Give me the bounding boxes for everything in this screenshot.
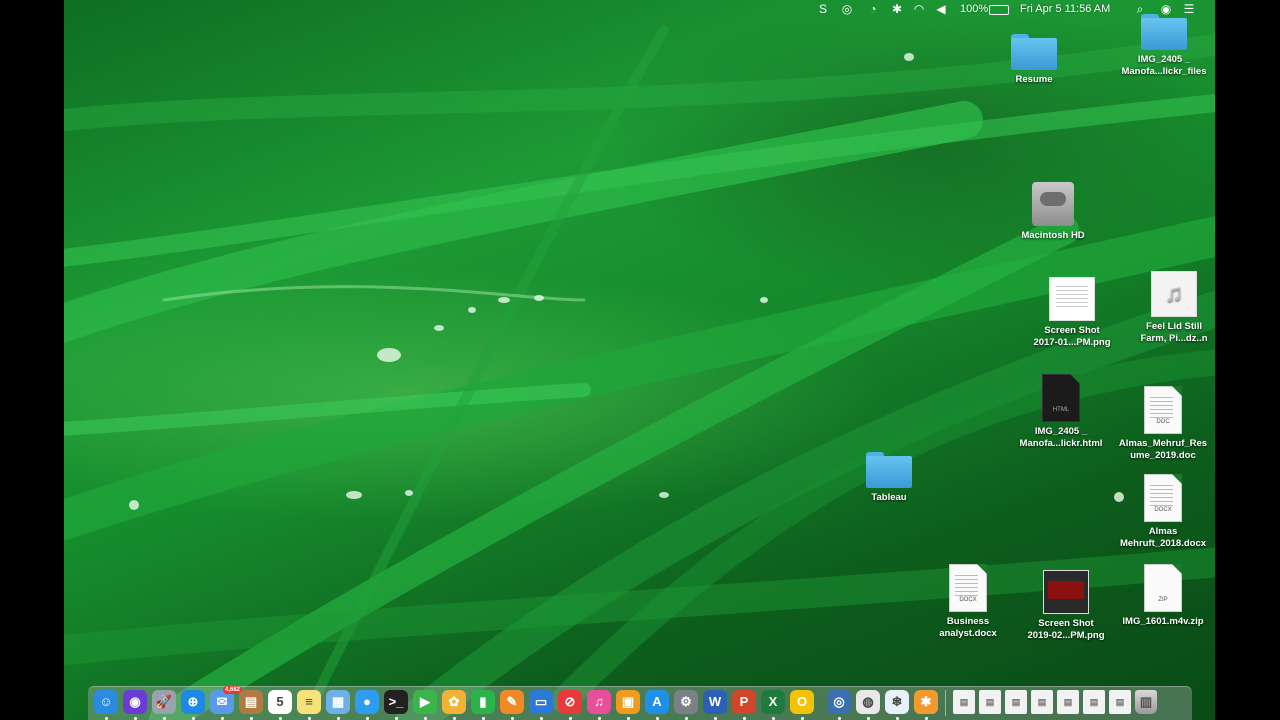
hard-drive-icon xyxy=(1032,182,1074,226)
desktop-icon-img-2405-html[interactable]: HTML IMG_2405 _ Manofa...lickr.html xyxy=(1006,374,1116,450)
desktop-icon-screenshot-2019[interactable]: Screen Shot 2019-02...PM.png xyxy=(1011,570,1121,642)
menu-clock[interactable]: Fri Apr 5 11:56 AM xyxy=(1020,3,1110,15)
zip-archive-icon: ZIP xyxy=(1144,564,1182,612)
calendar-icon[interactable]: 5 xyxy=(268,690,292,714)
numbers-icon[interactable]: ▮ xyxy=(471,690,495,714)
dock-separator xyxy=(945,690,946,716)
battery-percent[interactable]: 100% xyxy=(960,3,988,15)
desktop-icon-label: IMG_2405 _ Manofa...lickr_files xyxy=(1121,54,1207,77)
powerpoint-icon[interactable]: P xyxy=(732,690,756,714)
terminal-icon[interactable]: >_ xyxy=(384,690,408,714)
wifi-icon[interactable]: ◠ xyxy=(912,2,926,16)
preview-icon[interactable]: ▦ xyxy=(326,690,350,714)
notes-icon[interactable]: ≡ xyxy=(297,690,321,714)
safari-icon[interactable]: ⊕ xyxy=(181,690,205,714)
recent-doc-2-icon[interactable]: ▤ xyxy=(1005,690,1027,714)
desktop-icon-resume[interactable]: Resume xyxy=(979,34,1089,86)
facetime-icon[interactable]: ▶ xyxy=(413,690,437,714)
desktop-icon-macintosh-hd[interactable]: Macintosh HD xyxy=(998,182,1108,242)
status-circle-icon[interactable]: ◎ xyxy=(840,2,854,16)
recent-doc-1-icon[interactable]: ▤ xyxy=(979,690,1001,714)
desktop-icon-label: IMG_2405 _ Manofa...lickr.html xyxy=(1019,426,1103,449)
desktop-screen: S ◎ ◔ ✱ ◠ ◀ 100% Fri Apr 5 11:56 AM ⌕ ◉ … xyxy=(64,0,1215,720)
volume-icon[interactable]: ◀ xyxy=(934,2,948,16)
document-icon: DOC xyxy=(1144,386,1182,434)
desktop-icon-mehruft-2018[interactable]: DOCX Almas Mehruft_2018.docx xyxy=(1108,474,1215,550)
folder-icon xyxy=(1141,14,1187,50)
document-icon: DOCX xyxy=(949,564,987,612)
recent-doc-6-icon[interactable]: ▤ xyxy=(1109,690,1131,714)
image-thumbnail-icon xyxy=(1043,570,1089,614)
desktop-icon-label: Screen Shot 2019-02...PM.png xyxy=(1027,618,1105,641)
desktop-icon-img-1601-zip[interactable]: ZIP IMG_1601.m4v.zip xyxy=(1108,564,1215,628)
snowflake-app-icon[interactable]: ❄ xyxy=(885,690,909,714)
desktop-icon-label: Screen Shot 2017-01...PM.png xyxy=(1033,325,1111,348)
skype-menu-icon[interactable]: S xyxy=(816,2,830,16)
music-note-icon: ♫ xyxy=(1151,271,1197,317)
app-store-icon[interactable]: A xyxy=(645,690,669,714)
desktop-icon-label: Macintosh HD xyxy=(1021,230,1085,241)
folder-icon xyxy=(866,452,912,488)
trash-icon[interactable]: ▥ xyxy=(1135,690,1157,714)
time-machine-icon[interactable]: ◔ xyxy=(866,2,880,16)
desktop-icon-label: Tableau xyxy=(871,492,907,503)
contacts-icon[interactable]: ▤ xyxy=(239,690,263,714)
ibooks-icon[interactable]: ▣ xyxy=(616,690,640,714)
bluetooth-icon[interactable]: ✱ xyxy=(890,2,904,16)
desktop-icon-label: Resume xyxy=(1015,74,1053,85)
photos-icon[interactable]: ✿ xyxy=(442,690,466,714)
finder-icon[interactable]: ☺ xyxy=(94,690,118,714)
desktop-icon-label: Almas_Mehruf_Res ume_2019.doc xyxy=(1118,438,1208,461)
mail-icon[interactable]: ✉ 4,682 xyxy=(210,686,242,714)
tableau-app-icon[interactable]: ✱ xyxy=(914,690,938,714)
quicktime-icon[interactable]: ◎ xyxy=(827,690,851,714)
downloads-stack-icon[interactable]: ▤ xyxy=(953,690,975,714)
desktop-icon-resume-2019[interactable]: DOC Almas_Mehruf_Res ume_2019.doc xyxy=(1108,386,1215,462)
recent-doc-4-icon[interactable]: ▤ xyxy=(1057,690,1079,714)
html-file-icon: HTML xyxy=(1042,374,1080,422)
desktop-icon-label: IMG_1601.m4v.zip xyxy=(1122,616,1204,627)
launchpad-icon[interactable]: 🚀 xyxy=(152,690,176,714)
excel-icon[interactable]: X xyxy=(761,690,785,714)
menu-bar: S ◎ ◔ ✱ ◠ ◀ 100% Fri Apr 5 11:56 AM ⌕ ◉ … xyxy=(64,0,1215,20)
messages-icon[interactable]: ● xyxy=(355,690,379,714)
siri-icon[interactable]: ◉ xyxy=(123,690,147,714)
keynote-icon[interactable]: ▭ xyxy=(529,690,553,714)
desktop-icon-screenshot-2017[interactable]: Screen Shot 2017-01...PM.png xyxy=(1017,277,1127,349)
folder-icon xyxy=(1011,34,1057,70)
outlook-icon[interactable]: O xyxy=(790,690,814,714)
pages-icon[interactable]: ✎ xyxy=(500,690,524,714)
desktop-icon-label: Feel Lid Still Farm, Pi...dz..n xyxy=(1140,321,1208,344)
desktop-icon-label: Business analyst.docx xyxy=(939,616,997,639)
recent-doc-5-icon[interactable]: ▤ xyxy=(1083,690,1105,714)
desktop-icon-audio-file[interactable]: ♫ Feel Lid Still Farm, Pi...dz..n xyxy=(1134,271,1214,345)
desktop-icon-business-analyst[interactable]: DOCX Business analyst.docx xyxy=(913,564,1023,640)
news-icon[interactable]: ⊘ xyxy=(558,690,582,714)
dock: ☺ ◉ 🚀 ⊕ ✉ 4,682 ▤ 5 ≡ ▦ ● >_ ▶ ✿ ▮ ✎ ▭ ⊘ ♫ ▣ A ⚙ W P X O ◎ ◍ ❄ ✱ ▤ ▤ ▤ ▤ ▤… xyxy=(88,686,1192,720)
itunes-icon[interactable]: ♫ xyxy=(587,690,611,714)
desktop-icon-tableau[interactable]: Tableau xyxy=(834,452,944,504)
desktop-icon-img-2405-files[interactable]: IMG_2405 _ Manofa...lickr_files xyxy=(1109,14,1215,78)
system-preferences-icon[interactable]: ⚙ xyxy=(674,690,698,714)
document-icon: DOCX xyxy=(1144,474,1182,522)
image-thumbnail-icon xyxy=(1049,277,1095,321)
desktop-icon-label: Almas Mehruft_2018.docx xyxy=(1119,526,1207,549)
battery-icon[interactable] xyxy=(989,5,1009,15)
word-icon[interactable]: W xyxy=(703,690,727,714)
chrome-icon[interactable]: ◍ xyxy=(856,690,880,714)
recent-doc-3-icon[interactable]: ▤ xyxy=(1031,690,1053,714)
